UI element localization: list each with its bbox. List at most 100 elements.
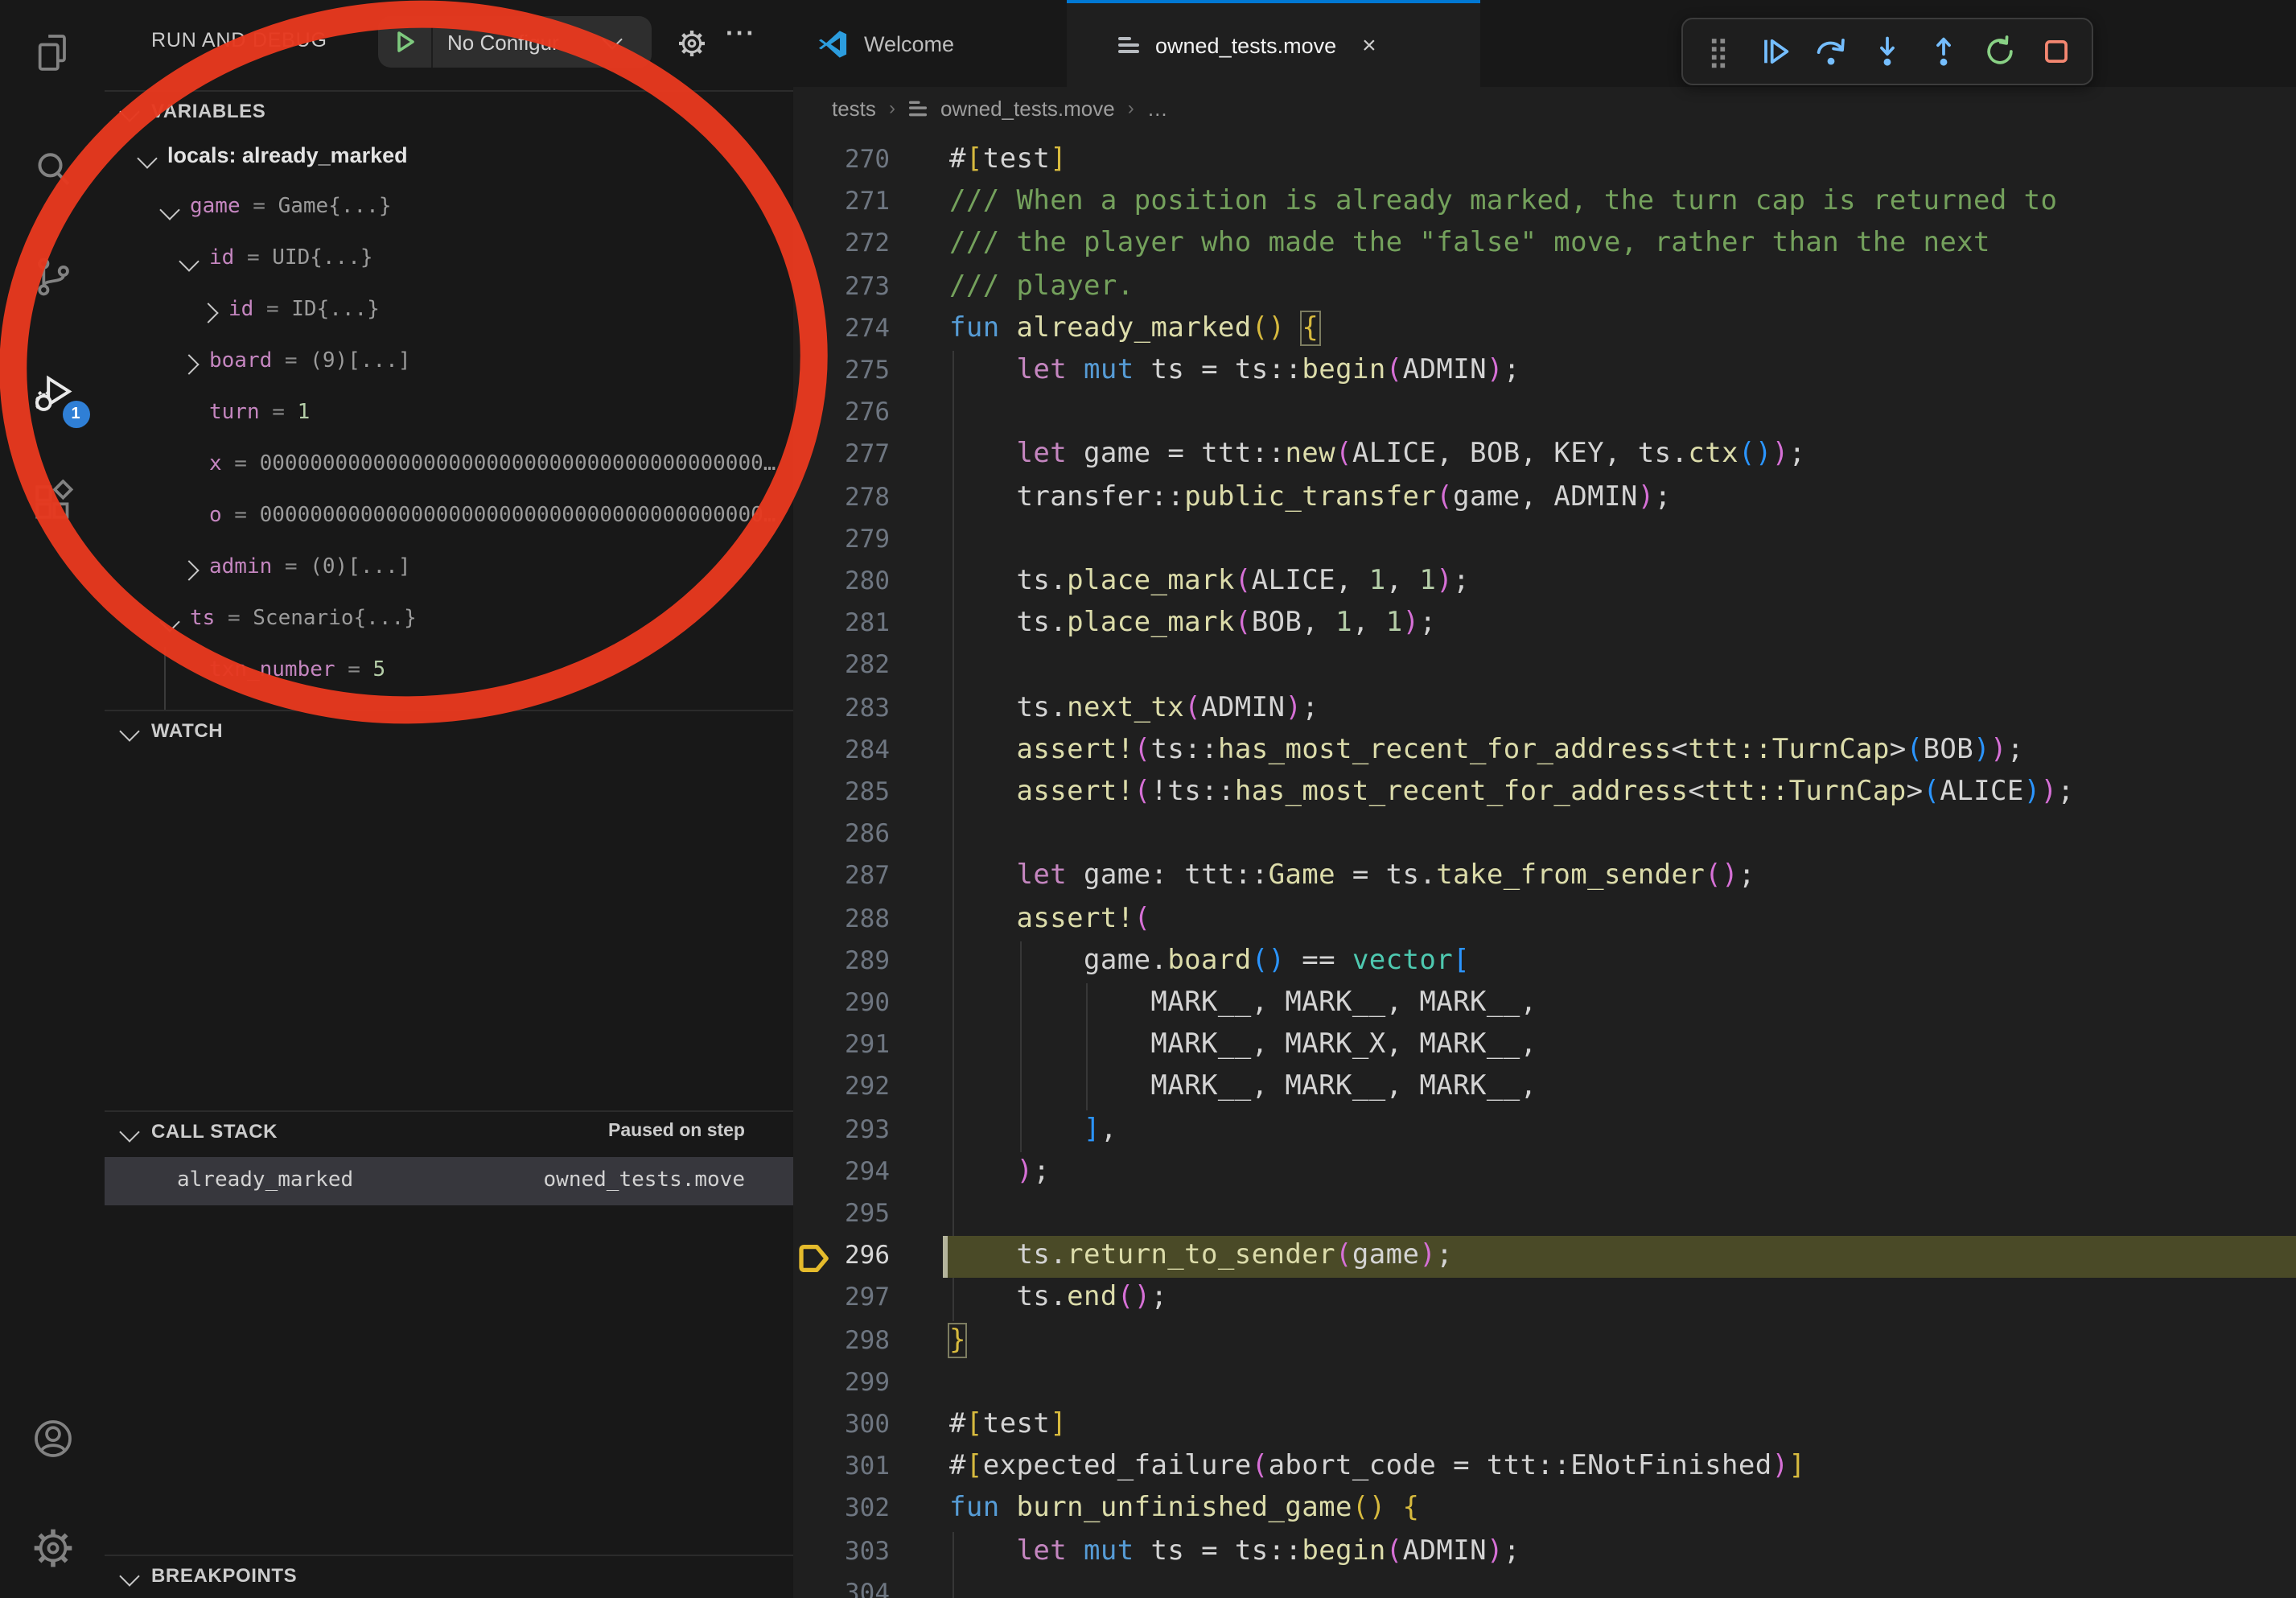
line-number[interactable]: 298 <box>835 1325 909 1354</box>
line-number[interactable]: 288 <box>835 904 909 933</box>
code-line-273[interactable]: 273/// player. <box>793 266 2296 308</box>
run-and-debug-icon[interactable]: 1 <box>25 367 80 422</box>
line-number[interactable]: 289 <box>835 946 909 975</box>
breadcrumb-folder[interactable]: tests <box>832 96 876 120</box>
breakpoints-section-header[interactable]: BREAKPOINTS <box>105 1555 793 1596</box>
code-line-299[interactable]: 299 <box>793 1363 2296 1405</box>
variables-section-header[interactable]: VARIABLES <box>105 90 793 132</box>
code-line-284[interactable]: 284 assert!(ts::has_most_recent_for_addr… <box>793 731 2296 772</box>
code-line-275[interactable]: 275 let mut ts = ts::begin(ADMIN); <box>793 351 2296 393</box>
code-line-303[interactable]: 303 let mut ts = ts::begin(ADMIN); <box>793 1531 2296 1573</box>
code-line-304[interactable]: 304 <box>793 1574 2296 1598</box>
variable-row-id[interactable]: id = ID{...} <box>105 286 793 338</box>
step-out-button[interactable] <box>1921 29 1966 74</box>
line-number[interactable]: 275 <box>835 356 909 385</box>
code-line-293[interactable]: 293 ], <box>793 1110 2296 1151</box>
code-line-298[interactable]: 298} <box>793 1320 2296 1362</box>
line-number[interactable]: 291 <box>835 1030 909 1059</box>
line-number[interactable]: 280 <box>835 566 909 595</box>
code-line-296[interactable]: 296 ts.return_to_sender(game); <box>793 1236 2296 1278</box>
chevron-down-icon[interactable] <box>137 148 157 168</box>
code-line-295[interactable]: 295 <box>793 1194 2296 1236</box>
code-line-288[interactable]: 288 assert!( <box>793 899 2296 941</box>
variable-row-o[interactable]: o = 000000000000000000000000000000000000… <box>105 492 793 544</box>
code-line-301[interactable]: 301#[expected_failure(abort_code = ttt::… <box>793 1447 2296 1489</box>
chevron-down-icon[interactable] <box>159 612 179 632</box>
line-number[interactable]: 271 <box>835 187 909 216</box>
line-number[interactable]: 304 <box>835 1579 909 1598</box>
line-number[interactable]: 303 <box>835 1536 909 1565</box>
paused-instruction-pointer-icon[interactable] <box>798 1244 833 1270</box>
step-over-button[interactable] <box>1808 29 1854 74</box>
line-number[interactable]: 295 <box>835 1199 909 1228</box>
code-line-283[interactable]: 283 ts.next_tx(ADMIN); <box>793 688 2296 730</box>
call-stack-frame-row[interactable]: already_marked owned_tests.move <box>105 1157 793 1205</box>
chevron-right-icon[interactable] <box>179 354 199 374</box>
line-number[interactable]: 292 <box>835 1073 909 1102</box>
line-number[interactable]: 279 <box>835 525 909 554</box>
line-number[interactable]: 290 <box>835 988 909 1017</box>
stop-button[interactable] <box>2034 29 2079 74</box>
variable-row-txn_number[interactable]: txn_number = 5 <box>105 647 793 698</box>
code-line-270[interactable]: 270#[test] <box>793 140 2296 182</box>
line-number[interactable]: 276 <box>835 397 909 426</box>
code-line-279[interactable]: 279 <box>793 520 2296 562</box>
chevron-down-icon[interactable] <box>159 200 179 220</box>
watch-section-header[interactable]: WATCH <box>105 710 793 752</box>
line-number[interactable]: 272 <box>835 229 909 258</box>
line-number[interactable]: 274 <box>835 314 909 343</box>
code-line-286[interactable]: 286 <box>793 814 2296 856</box>
source-control-icon[interactable] <box>25 249 80 304</box>
code-line-285[interactable]: 285 assert!(!ts::has_most_recent_for_add… <box>793 772 2296 814</box>
line-number[interactable]: 282 <box>835 651 909 680</box>
chevron-right-icon[interactable] <box>198 303 218 323</box>
gear-icon[interactable] <box>676 27 708 60</box>
line-number[interactable]: 277 <box>835 440 909 469</box>
code-line-290[interactable]: 290 MARK__, MARK__, MARK__, <box>793 983 2296 1025</box>
line-number[interactable]: 301 <box>835 1452 909 1481</box>
line-number[interactable]: 286 <box>835 819 909 848</box>
breadcrumb-file[interactable]: owned_tests.move <box>940 96 1115 120</box>
code-line-297[interactable]: 297 ts.end(); <box>793 1279 2296 1320</box>
code-line-274[interactable]: 274fun already_marked() { <box>793 309 2296 351</box>
line-number[interactable]: 285 <box>835 777 909 806</box>
variable-row-board[interactable]: board = (9)[...] <box>105 338 793 389</box>
variable-row-ts[interactable]: ts = Scenario{...} <box>105 595 793 647</box>
variable-row-id[interactable]: id = UID{...} <box>105 235 793 286</box>
code-line-289[interactable]: 289 game.board() == vector[ <box>793 941 2296 983</box>
chevron-right-icon[interactable] <box>179 560 199 580</box>
code-line-278[interactable]: 278 transfer::public_transfer(game, ADMI… <box>793 477 2296 519</box>
line-number[interactable]: 299 <box>835 1368 909 1397</box>
line-number[interactable]: 293 <box>835 1114 909 1143</box>
line-number[interactable]: 287 <box>835 862 909 891</box>
step-into-button[interactable] <box>1865 29 1910 74</box>
code-line-271[interactable]: 271/// When a position is already marked… <box>793 182 2296 224</box>
code-line-291[interactable]: 291 MARK__, MARK_X, MARK__, <box>793 1025 2296 1067</box>
tab-owned-tests-move[interactable]: owned_tests.move × <box>1067 0 1480 87</box>
continue-button[interactable] <box>1752 29 1797 74</box>
code-line-294[interactable]: 294 ); <box>793 1152 2296 1194</box>
code-line-282[interactable]: 282 <box>793 646 2296 688</box>
code-line-280[interactable]: 280 ts.place_mark(ALICE, 1, 1); <box>793 562 2296 603</box>
variable-row-turn[interactable]: turn = 1 <box>105 389 793 441</box>
start-debugging-icon[interactable] <box>393 29 418 55</box>
code-line-292[interactable]: 292 MARK__, MARK__, MARK__, <box>793 1068 2296 1110</box>
line-number[interactable]: 278 <box>835 482 909 511</box>
explorer-icon[interactable] <box>25 26 80 80</box>
settings-gear-icon[interactable] <box>25 1521 80 1575</box>
call-stack-section-header[interactable]: CALL STACK Paused on step already_marked… <box>105 1110 793 1152</box>
variable-row-admin[interactable]: admin = (0)[...] <box>105 544 793 595</box>
line-number[interactable]: 284 <box>835 735 909 764</box>
restart-button[interactable] <box>1977 29 2022 74</box>
variables-scope-row[interactable]: locals: already_marked <box>105 132 793 183</box>
code-line-281[interactable]: 281 ts.place_mark(BOB, 1, 1); <box>793 603 2296 645</box>
line-number[interactable]: 300 <box>835 1410 909 1439</box>
line-number[interactable]: 302 <box>835 1494 909 1523</box>
code-line-287[interactable]: 287 let game: ttt::Game = ts.take_from_s… <box>793 857 2296 899</box>
line-number[interactable]: 297 <box>835 1283 909 1312</box>
code-line-276[interactable]: 276 <box>793 393 2296 435</box>
line-number[interactable]: 283 <box>835 693 909 722</box>
code-line-272[interactable]: 272/// the player who made the "false" m… <box>793 224 2296 266</box>
code-line-277[interactable]: 277 let game = ttt::new(ALICE, BOB, KEY,… <box>793 435 2296 477</box>
variable-row-game[interactable]: game = Game{...} <box>105 183 793 235</box>
